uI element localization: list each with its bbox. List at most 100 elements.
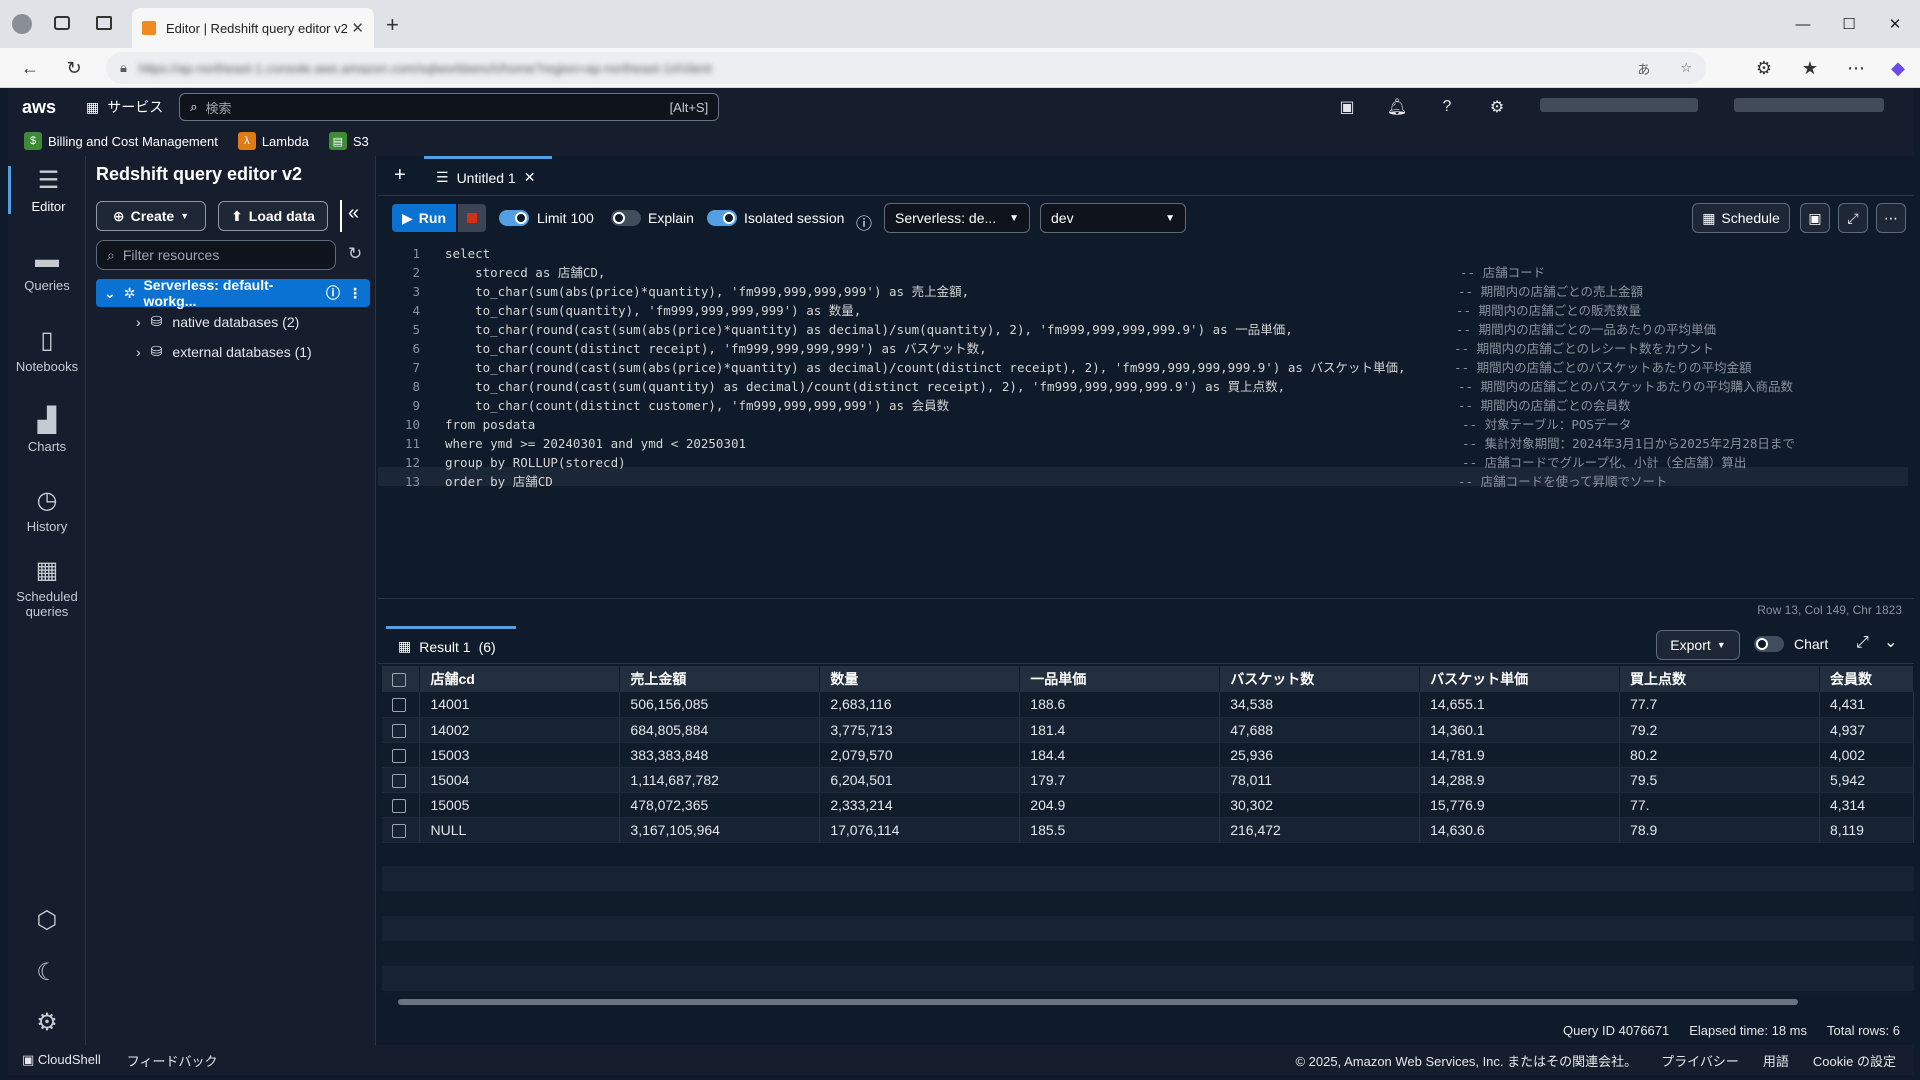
table-cell[interactable]: 80.2: [1619, 742, 1820, 768]
rail-scheduled-queries[interactable]: ▦ Scheduled queries: [8, 556, 86, 619]
table-cell[interactable]: 14,655.1: [1419, 692, 1621, 718]
terms-link[interactable]: 用語: [1763, 1051, 1789, 1070]
table-cell[interactable]: 181.4: [1019, 717, 1221, 743]
table-cell[interactable]: 185.5: [1019, 817, 1221, 843]
table-cell[interactable]: 15,776.9: [1419, 792, 1621, 818]
help-icon[interactable]: ?: [1434, 94, 1460, 120]
cloudshell-icon[interactable]: ▣: [1334, 94, 1360, 120]
info-icon[interactable]: ⓘ: [856, 210, 872, 234]
table-cell[interactable]: 79.5: [1619, 767, 1820, 793]
isolated-session-toggle[interactable]: [707, 210, 737, 226]
maximize-icon[interactable]: ☐: [1826, 0, 1872, 48]
refresh-icon[interactable]: ↻: [348, 244, 362, 264]
favorite-billing[interactable]: $ Billing and Cost Management: [24, 132, 218, 150]
filter-resources-input[interactable]: ⌕ Filter resources: [96, 240, 336, 270]
rail-editor[interactable]: ☰ Editor: [8, 166, 86, 214]
minimize-icon[interactable]: —: [1780, 0, 1826, 48]
row-select-cell[interactable]: [382, 792, 421, 818]
row-checkbox[interactable]: [392, 723, 406, 738]
expand-results-icon[interactable]: ⤢: [1856, 634, 1869, 652]
browser-menu-icon[interactable]: ⋯: [1842, 54, 1870, 82]
table-cell[interactable]: 2,079,570: [819, 742, 1021, 768]
console-search-input[interactable]: ⌕ 検索 [Alt+S]: [179, 93, 720, 121]
notifications-icon[interactable]: 🔔︎: [1384, 94, 1410, 120]
reload-icon[interactable]: ↻: [60, 54, 88, 82]
row-select-cell[interactable]: [382, 742, 421, 768]
create-button[interactable]: ⊕ Create ▼: [96, 201, 206, 231]
table-cell[interactable]: 2,683,116: [819, 692, 1021, 718]
table-cell[interactable]: 179.7: [1019, 767, 1221, 793]
copilot-icon[interactable]: ◆: [1884, 54, 1912, 82]
account-menu[interactable]: [1734, 98, 1884, 112]
load-data-button[interactable]: ⬆ Load data: [218, 201, 328, 231]
table-cell[interactable]: 383,383,848: [619, 742, 821, 768]
feedback-link[interactable]: フィードバック: [127, 1051, 218, 1070]
table-cell[interactable]: 216,472: [1219, 817, 1421, 843]
table-cell[interactable]: 4,002: [1819, 742, 1915, 768]
privacy-link[interactable]: プライバシー: [1661, 1051, 1739, 1070]
url-field[interactable]: 🔒︎ https://ap-northeast-1.console.aws.am…: [106, 52, 1706, 84]
browser-tab[interactable]: Editor | Redshift query editor v2 ✕: [132, 8, 374, 48]
table-cell[interactable]: 15004: [419, 767, 621, 793]
services-menu[interactable]: ▦ サービス: [86, 97, 163, 117]
table-cell[interactable]: 478,072,365: [619, 792, 821, 818]
cookie-settings-link[interactable]: Cookie の設定: [1813, 1051, 1896, 1070]
chart-toggle[interactable]: [1754, 636, 1784, 652]
column-header[interactable]: 数量: [819, 666, 1021, 692]
export-button[interactable]: Export ▼: [1656, 630, 1740, 660]
table-cell[interactable]: 684,805,884: [619, 717, 821, 743]
row-select-cell[interactable]: [382, 817, 421, 843]
favorite-s3[interactable]: ▤ S3: [328, 132, 369, 150]
new-editor-tab-icon[interactable]: +: [394, 164, 406, 187]
new-tab-icon[interactable]: +: [386, 12, 399, 38]
table-cell[interactable]: 14,630.6: [1419, 817, 1621, 843]
external-databases-node[interactable]: › ⛁ external databases (1): [136, 343, 312, 360]
row-checkbox[interactable]: [392, 748, 406, 763]
column-header[interactable]: 店舗cd: [419, 666, 621, 692]
scrollbar-thumb[interactable]: [398, 999, 1798, 1005]
stop-button[interactable]: [458, 204, 486, 232]
editor-tab-untitled[interactable]: ☰ Untitled 1 ✕: [424, 156, 552, 196]
row-checkbox[interactable]: [392, 698, 406, 713]
limit-toggle[interactable]: [499, 210, 529, 226]
favorites-icon[interactable]: ★: [1796, 54, 1824, 82]
aws-logo[interactable]: aws: [22, 97, 72, 118]
table-cell[interactable]: 4,314: [1819, 792, 1915, 818]
column-header[interactable]: 会員数: [1819, 666, 1915, 692]
close-window-icon[interactable]: ✕: [1872, 0, 1918, 48]
cloudshell-link[interactable]: ▣ CloudShell: [22, 1052, 101, 1068]
column-header[interactable]: バスケット数: [1219, 666, 1421, 692]
table-cell[interactable]: 14,360.1: [1419, 717, 1621, 743]
schedule-button[interactable]: ▦ Schedule: [1692, 203, 1790, 233]
database-select[interactable]: dev ▼: [1040, 203, 1186, 233]
fullscreen-button[interactable]: ⤢: [1838, 203, 1868, 233]
info-icon[interactable]: ⓘ: [326, 283, 340, 303]
native-databases-node[interactable]: › ⛁ native databases (2): [136, 313, 299, 330]
table-row[interactable]: 14001 506,156,085 2,683,116 188.6 34,538 14,6…: [382, 692, 1915, 718]
table-cell[interactable]: 78,011: [1219, 767, 1421, 793]
run-button[interactable]: ▶ Run: [392, 204, 456, 232]
region-selector[interactable]: [1540, 98, 1698, 112]
rail-history[interactable]: ◷ History: [8, 486, 86, 534]
close-tab-icon[interactable]: ✕: [351, 19, 364, 37]
column-header[interactable]: 売上金額: [619, 666, 821, 692]
row-select-cell[interactable]: [382, 692, 421, 718]
collapse-results-icon[interactable]: ⌄: [1884, 632, 1897, 652]
dark-mode-icon[interactable]: ☾: [8, 958, 86, 991]
table-cell[interactable]: 8,119: [1819, 817, 1915, 843]
rail-charts[interactable]: ▟ Charts: [8, 406, 86, 454]
table-cell[interactable]: 3,775,713: [819, 717, 1021, 743]
table-cell[interactable]: 6,204,501: [819, 767, 1021, 793]
explain-toggle[interactable]: [611, 210, 641, 226]
row-checkbox[interactable]: [392, 798, 406, 813]
table-cell[interactable]: 34,538: [1219, 692, 1421, 718]
column-header[interactable]: バスケット単価: [1419, 666, 1621, 692]
back-icon[interactable]: ←: [16, 54, 44, 82]
horizontal-scrollbar[interactable]: [384, 996, 1912, 1008]
more-icon[interactable]: ⋮: [348, 285, 362, 302]
favorite-lambda[interactable]: λ Lambda: [237, 132, 309, 150]
table-cell[interactable]: 4,431: [1819, 692, 1915, 718]
table-cell[interactable]: 2,333,214: [819, 792, 1021, 818]
collapse-panel-icon[interactable]: «: [348, 202, 359, 225]
rail-connection-icon[interactable]: ⬡: [8, 906, 86, 939]
